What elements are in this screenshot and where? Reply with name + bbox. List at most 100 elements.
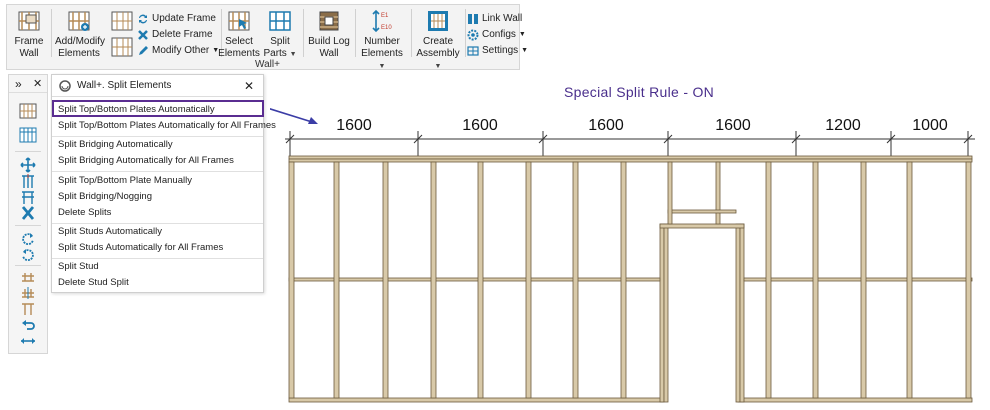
callout-arrowhead	[308, 117, 318, 124]
settings-label: Settings	[482, 45, 519, 56]
stud	[572, 161, 579, 399]
modify-other-label: Modify Other	[152, 45, 210, 56]
link-wall-button[interactable]: Link Wall	[467, 11, 522, 26]
side-toolbar-header: » ✕	[9, 75, 47, 93]
wall-frame-tool[interactable]	[16, 101, 40, 121]
stretch-tool[interactable]	[16, 331, 40, 351]
settings-icon	[467, 45, 479, 56]
frame-small-icon[interactable]	[111, 11, 133, 31]
toolbar-separator	[15, 151, 41, 152]
dimension-label: 1600	[588, 117, 624, 134]
create-assembly-label: Create Assembly	[416, 36, 460, 59]
update-frame-label: Update Frame	[152, 13, 216, 24]
door-jamb-stud	[735, 223, 741, 403]
number-elements-icon: E1 E10	[372, 9, 392, 33]
stud	[477, 161, 484, 399]
stud	[667, 161, 673, 225]
menu-item-delete-stud-split[interactable]: Delete Stud Split	[58, 275, 129, 290]
wall-frame	[288, 155, 973, 403]
gear-icon	[467, 29, 479, 40]
split-parts-label: Split Parts	[263, 36, 290, 59]
delete-frame-label: Delete Frame	[152, 29, 213, 40]
wall-frame-drawing: 1600 1600 1600 1600 1200 1000	[270, 108, 975, 403]
selected-item-highlight	[52, 100, 264, 117]
build-log-wall-button[interactable]: Build Log Wall	[307, 9, 351, 60]
select-elements-icon	[228, 11, 250, 31]
ribbon-separator	[355, 9, 356, 57]
chevron-down-icon: ▼	[434, 63, 442, 70]
ribbon-group-label: Wall+	[255, 59, 280, 70]
menu-item-split-stud[interactable]: Split Stud	[58, 259, 99, 274]
dimension-label: 1000	[912, 117, 948, 134]
close-icon[interactable]: ✕	[33, 77, 42, 90]
bottom-plate	[288, 397, 664, 403]
number-elements-label: Number Elements	[361, 36, 403, 59]
log-wall-icon	[319, 11, 339, 31]
stud	[812, 161, 819, 399]
nogging	[743, 277, 973, 282]
split-parts-button[interactable]: Split Parts ▼	[263, 9, 297, 61]
stud	[965, 161, 972, 399]
add-modify-elements-button[interactable]: Add/Modify Elements	[55, 9, 105, 60]
delete-icon	[138, 29, 148, 40]
split-parts-icon	[269, 11, 291, 31]
chevron-down-icon: ▼	[521, 47, 529, 54]
ribbon-separator	[465, 9, 466, 57]
stud	[288, 161, 295, 399]
stud	[333, 161, 340, 399]
chevron-down-icon: ▼	[289, 51, 297, 58]
menu-item-split-plates-auto-all[interactable]: Split Top/Bottom Plates Automatically fo…	[58, 118, 276, 133]
frame-wall-label: Frame Wall	[14, 36, 44, 59]
build-log-wall-label: Build Log Wall	[308, 36, 350, 59]
frame-wall-button[interactable]: Frame Wall	[11, 9, 47, 60]
split-elements-panel: Wall+. Split Elements ✕ Split Top/Bottom…	[51, 74, 276, 293]
delete-split-tool[interactable]	[16, 203, 40, 223]
svg-text:E1: E1	[381, 13, 389, 19]
menu-item-split-studs-auto[interactable]: Split Studs Automatically	[58, 224, 162, 239]
menu-item-split-bridging-auto[interactable]: Split Bridging Automatically	[58, 137, 173, 152]
settings-button[interactable]: Settings ▼	[467, 43, 528, 58]
expand-icon[interactable]: »	[15, 77, 22, 91]
split-frame-tool[interactable]	[16, 125, 40, 145]
update-frame-button[interactable]: Update Frame	[137, 11, 216, 26]
menu-item-split-bridging-nogging[interactable]: Split Bridging/Nogging	[58, 189, 152, 204]
create-assembly-button[interactable]: Create Assembly ▼	[413, 9, 463, 73]
ribbon-separator	[51, 9, 52, 57]
ribbon-separator	[411, 9, 412, 57]
frame-wall-icon	[18, 11, 40, 31]
stud	[430, 161, 437, 399]
rotate-ccw-icon	[22, 249, 34, 261]
rotate-ccw-tool[interactable]	[16, 245, 40, 265]
panel-header: Wall+. Split Elements ✕	[52, 75, 263, 97]
select-elements-button[interactable]: Select Elements	[217, 9, 261, 60]
door-trimmer-stud	[739, 223, 745, 403]
dimension-label: 1600	[462, 117, 498, 134]
menu-item-delete-splits[interactable]: Delete Splits	[58, 205, 111, 220]
configs-label: Configs	[482, 29, 516, 40]
stretch-icon	[21, 338, 35, 344]
delete-frame-button[interactable]: Delete Frame	[137, 27, 213, 42]
ribbon: Frame Wall Add/Modify Elements Update Fr…	[6, 4, 528, 73]
number-elements-button[interactable]: E1 E10 Number Elements ▼	[357, 9, 407, 73]
top-plate	[288, 158, 973, 163]
stud	[765, 161, 772, 399]
refresh-icon	[139, 14, 147, 23]
stud	[382, 161, 389, 399]
dimension-label: 1600	[336, 117, 372, 134]
close-icon[interactable]: ✕	[244, 75, 254, 97]
menu-item-split-plate-manual[interactable]: Split Top/Bottom Plate Manually	[58, 173, 192, 188]
menu-item-split-bridging-auto-all[interactable]: Split Bridging Automatically for All Fra…	[58, 153, 234, 168]
frame-edit-icon[interactable]	[111, 37, 133, 57]
modify-other-button[interactable]: Modify Other ▼	[137, 43, 219, 58]
frame-icon	[19, 103, 37, 119]
stud	[525, 161, 532, 399]
menu-item-split-studs-auto-all[interactable]: Split Studs Automatically for All Frames	[58, 240, 223, 255]
configs-button[interactable]: Configs ▼	[467, 27, 526, 42]
door-jamb-stud	[659, 223, 665, 403]
cripple-stud	[715, 161, 721, 225]
chevron-down-icon: ▼	[378, 63, 386, 70]
ribbon-separator	[303, 9, 304, 57]
bottom-plate	[737, 397, 973, 403]
chevron-down-icon: ▼	[518, 31, 526, 38]
nogging	[288, 277, 661, 282]
